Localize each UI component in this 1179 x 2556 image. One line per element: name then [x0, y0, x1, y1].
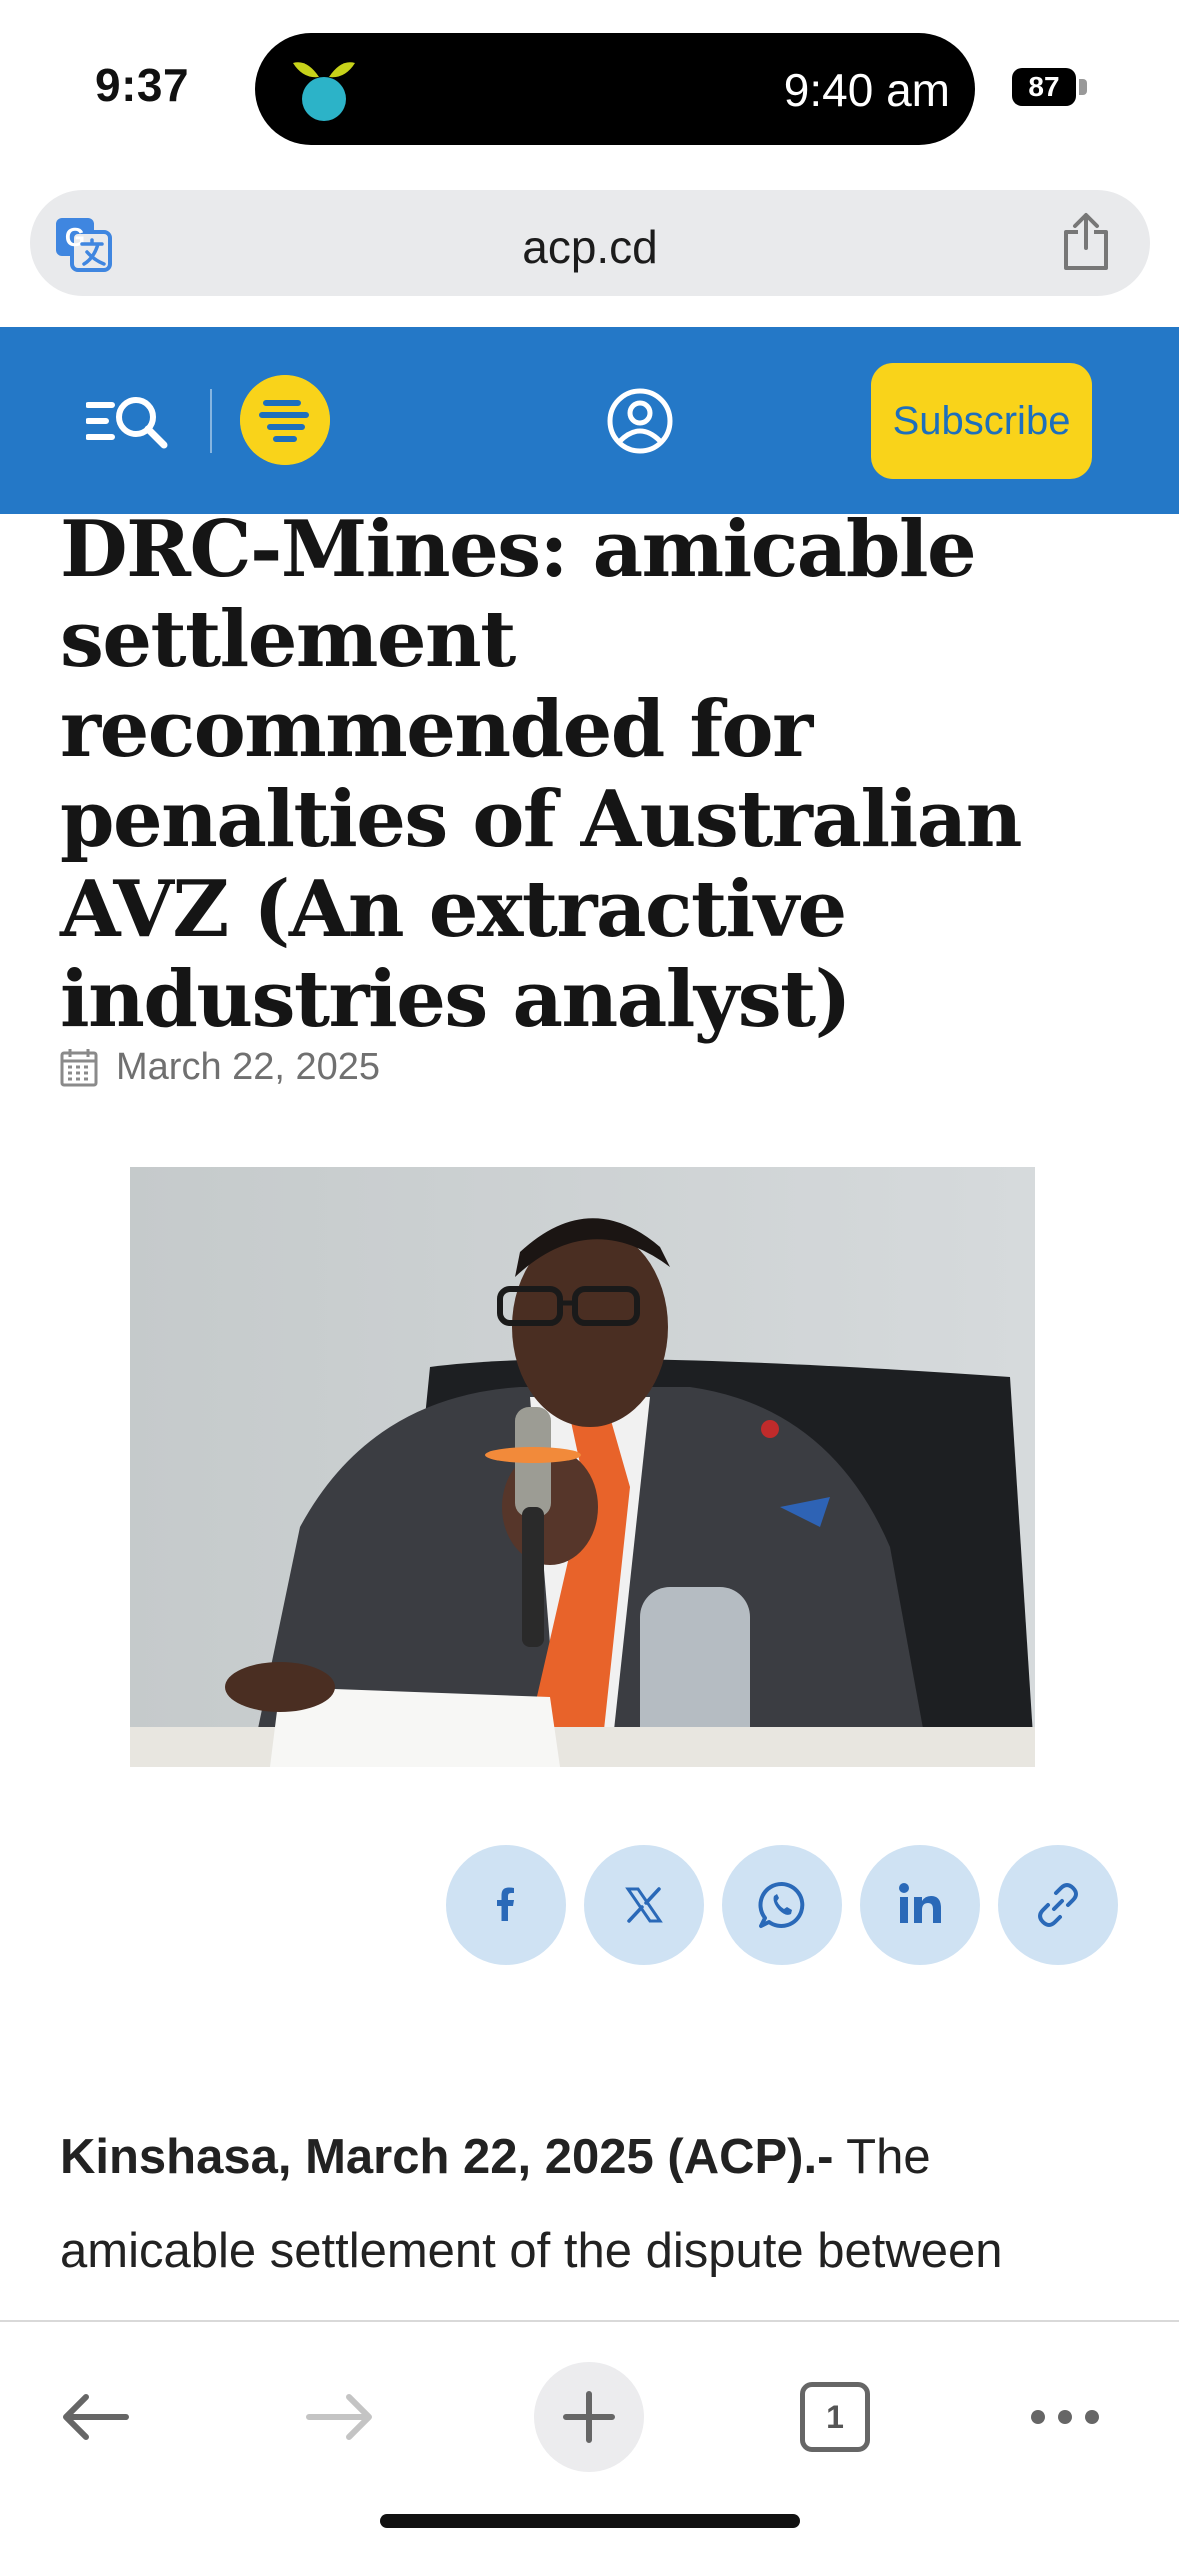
- speaker-photo: [130, 1167, 1035, 1767]
- article-date-row: March 22, 2025: [60, 1042, 380, 1092]
- share-facebook-button[interactable]: [446, 1845, 566, 1965]
- app-logo-icon: [293, 62, 355, 121]
- dynamic-island[interactable]: 9:40 am: [255, 33, 975, 145]
- article-date: March 22, 2025: [116, 1045, 381, 1088]
- whatsapp-icon: [758, 1881, 805, 1928]
- new-tab-button[interactable]: [534, 2362, 644, 2472]
- site-header: Subscribe: [0, 327, 1179, 514]
- share-icon[interactable]: [1060, 212, 1112, 272]
- article-headline: DRC-Mines: amicable settlement recommend…: [60, 504, 1022, 1045]
- home-indicator[interactable]: [380, 2514, 800, 2528]
- calendar-icon: [60, 1049, 98, 1087]
- forward-button[interactable]: [285, 2362, 395, 2472]
- user-account-icon[interactable]: [606, 387, 674, 455]
- article-body: Kinshasa, March 22, 2025 (ACP).- The ami…: [60, 2110, 1120, 2298]
- status-bar: 9:37 9:40 am 87: [0, 0, 1179, 175]
- x-icon: [625, 1887, 663, 1923]
- tabs-button[interactable]: 1: [780, 2362, 890, 2472]
- link-icon: [1038, 1883, 1078, 1927]
- site-logo-icon[interactable]: [240, 375, 330, 465]
- subscribe-button[interactable]: Subscribe: [871, 363, 1092, 479]
- ellipsis-icon: [1031, 2410, 1099, 2424]
- arrow-right-icon: [306, 2394, 372, 2440]
- more-options-button[interactable]: [1010, 2362, 1120, 2472]
- share-buttons: [446, 1845, 1118, 1965]
- status-time: 9:37: [95, 59, 190, 111]
- tab-count: 1: [800, 2382, 870, 2452]
- share-linkedin-button[interactable]: [860, 1845, 980, 1965]
- article-dateline: Kinshasa, March 22, 2025 (ACP).-: [60, 2130, 834, 2184]
- new-tab-circle: [534, 2362, 644, 2472]
- facebook-icon: [497, 1887, 514, 1921]
- url-text[interactable]: acp.cd: [30, 220, 1150, 274]
- address-bar[interactable]: G acp.cd: [30, 190, 1150, 296]
- battery-icon: 87: [1012, 68, 1076, 106]
- share-x-button[interactable]: [584, 1845, 704, 1965]
- copy-link-button[interactable]: [998, 1845, 1118, 1965]
- island-time: 9:40 am: [783, 64, 950, 116]
- plus-icon: [563, 2391, 615, 2443]
- arrow-left-icon: [63, 2394, 129, 2440]
- menu-search-icon[interactable]: [86, 391, 172, 451]
- article-hero-image: [130, 1167, 1035, 1767]
- battery-tip: [1079, 79, 1087, 95]
- linkedin-icon: [899, 1883, 941, 1923]
- back-button[interactable]: [40, 2362, 150, 2472]
- share-whatsapp-button[interactable]: [722, 1845, 842, 1965]
- header-divider: [210, 389, 212, 453]
